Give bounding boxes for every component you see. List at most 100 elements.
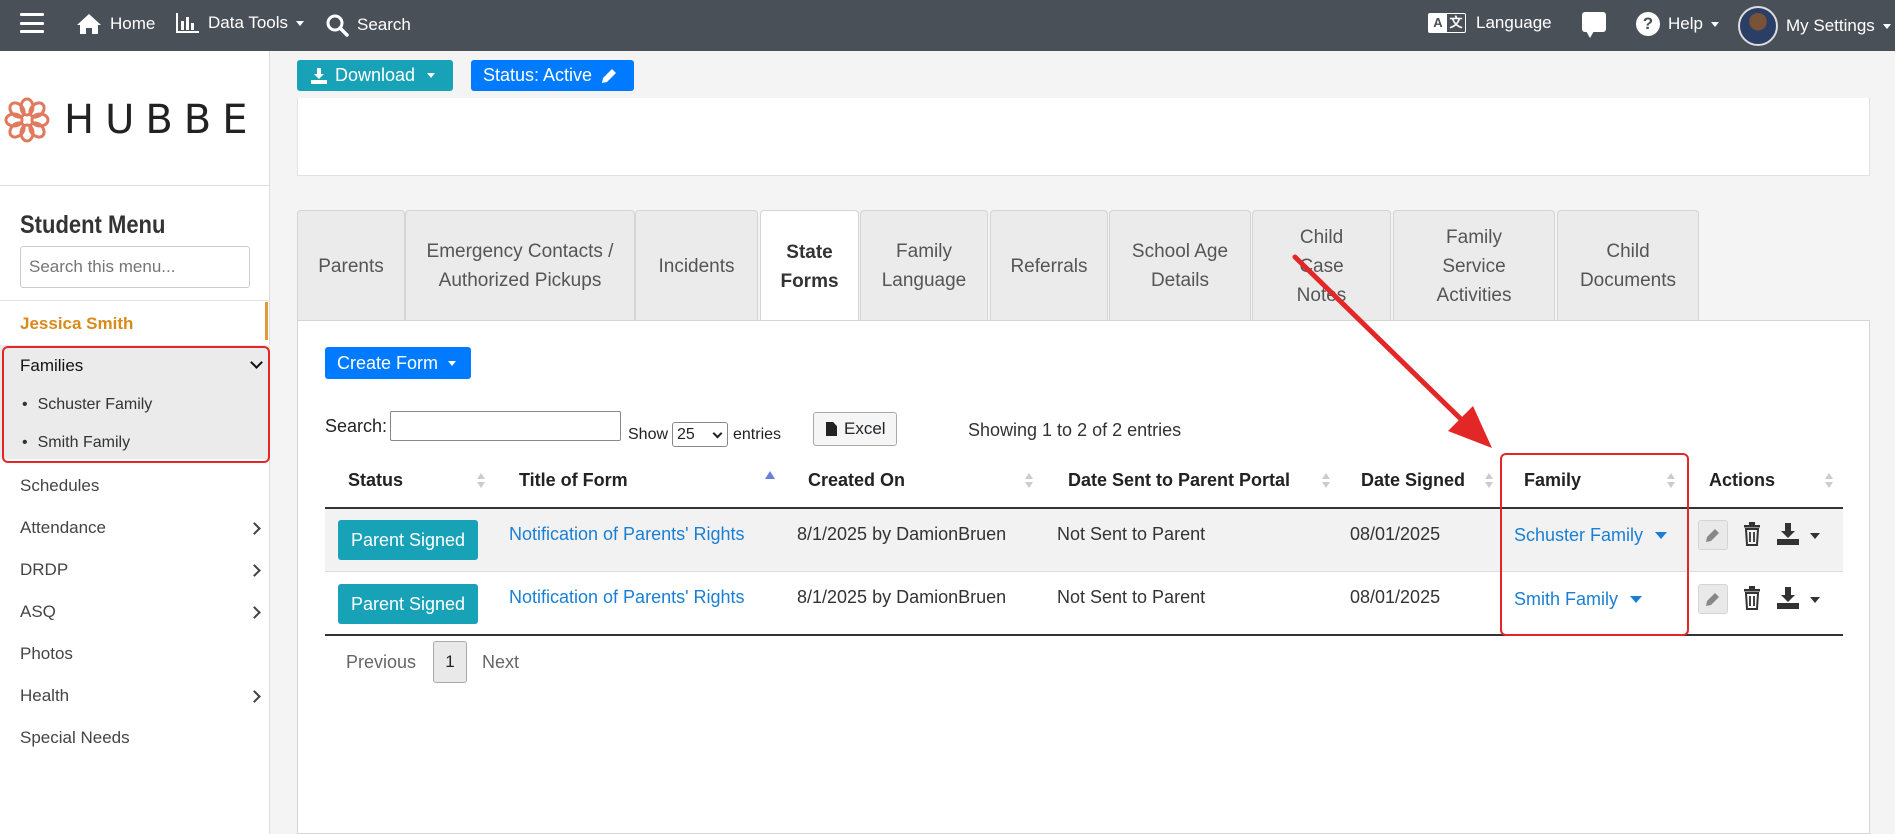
edit-button[interactable] [1698, 584, 1728, 614]
sort-icon [1485, 473, 1493, 489]
tab-child-case-notes[interactable]: Child Case Notes [1252, 210, 1391, 321]
page-size-select[interactable]: 25 [672, 422, 728, 447]
entries-label: entries [733, 426, 782, 443]
status-badge[interactable]: Parent Signed [338, 584, 478, 624]
tab-family-language[interactable]: Family Language [860, 210, 988, 321]
menu-search-input[interactable] [20, 246, 250, 288]
annotation-highlight-box [2, 346, 270, 463]
create-form-button[interactable]: Create Form [325, 347, 471, 379]
sort-asc-icon [765, 471, 775, 479]
download-icon[interactable] [1777, 523, 1799, 545]
nav-data-tools[interactable]: Data Tools [176, 13, 305, 33]
date-sent-cell: Not Sent to Parent [1057, 524, 1206, 544]
sidebar-item-photos[interactable]: Photos [20, 644, 73, 664]
home-icon [77, 14, 101, 34]
chevron-down-icon [448, 360, 457, 366]
tab-referrals[interactable]: Referrals [990, 210, 1108, 321]
column-header-status[interactable]: Status [348, 470, 403, 491]
sort-icon [1322, 473, 1330, 489]
nav-my-settings[interactable]: My Settings [1738, 6, 1891, 46]
date-sent-cell: Not Sent to Parent [1057, 587, 1206, 607]
nav-chat[interactable] [1582, 12, 1606, 38]
nav-help-label: Help [1668, 14, 1703, 33]
bar-chart-icon [176, 13, 199, 33]
hamburger-icon[interactable] [20, 13, 44, 33]
info-card [297, 98, 1870, 176]
column-header-date-signed[interactable]: Date Signed [1361, 470, 1465, 491]
pagination-previous[interactable]: Previous [346, 652, 416, 673]
column-header-actions[interactable]: Actions [1709, 470, 1775, 491]
student-name-link[interactable]: Jessica Smith [20, 314, 133, 334]
tab-family-service-activities[interactable]: Family Service Activities [1393, 210, 1555, 321]
table-search-input[interactable] [390, 411, 621, 441]
sidebar-item-attendance[interactable]: Attendance [20, 518, 106, 538]
top-navbar: Home Data Tools Search A文 Language ? Hel… [0, 0, 1895, 51]
status-badge[interactable]: Parent Signed [338, 520, 478, 560]
file-icon [826, 422, 837, 436]
show-label: Show [628, 426, 669, 443]
column-header-created-on[interactable]: Created On [808, 470, 905, 491]
trash-icon[interactable] [1742, 522, 1762, 546]
tab-parents[interactable]: Parents [297, 210, 405, 321]
form-title-link[interactable]: Notification of Parents' Rights [509, 587, 745, 608]
pencil-icon [1706, 593, 1719, 606]
hubbe-logo[interactable]: HUBBE [4, 97, 259, 143]
download-icon[interactable] [1777, 587, 1799, 609]
nav-language[interactable]: A文 Language [1428, 13, 1552, 33]
avatar [1738, 6, 1778, 46]
tab-incidents[interactable]: Incidents [635, 210, 758, 321]
created-on-cell: 8/1/2025 by DamionBruen [797, 587, 1007, 607]
annotation-highlight-box [1500, 453, 1689, 636]
excel-export-button[interactable]: Excel [813, 412, 897, 446]
column-header-date-sent[interactable]: Date Sent to Parent Portal [1068, 470, 1290, 491]
sidebar-item-asq[interactable]: ASQ [20, 602, 56, 622]
chevron-down-icon [712, 428, 723, 439]
logo-text: HUBBE [64, 97, 259, 143]
tab-child-documents[interactable]: Child Documents [1557, 210, 1699, 321]
table-info: Showing 1 to 2 of 2 entries [968, 420, 1182, 440]
form-title-link[interactable]: Notification of Parents' Rights [509, 524, 745, 545]
pagination-page-1[interactable]: 1 [433, 641, 467, 683]
sidebar-item-drdp[interactable]: DRDP [20, 560, 68, 580]
sort-icon [477, 473, 485, 489]
sidebar-item-special-needs[interactable]: Special Needs [20, 728, 130, 748]
status-label: Status: Active [483, 65, 593, 85]
tab-state-forms[interactable]: State Forms [760, 210, 859, 322]
pencil-icon [602, 68, 617, 83]
edit-button[interactable] [1698, 520, 1728, 550]
chevron-down-icon[interactable] [1810, 597, 1820, 603]
tab-school-age-details[interactable]: School Age Details [1109, 210, 1251, 321]
download-icon [311, 67, 327, 84]
status-button[interactable]: Status: Active [471, 60, 634, 91]
created-on-cell: 8/1/2025 by DamionBruen [797, 524, 1007, 544]
date-signed-cell: 08/01/2025 [1350, 524, 1441, 544]
create-form-label: Create Form [337, 352, 439, 373]
help-icon: ? [1636, 12, 1660, 36]
sort-icon [1825, 473, 1833, 489]
pagination-next[interactable]: Next [482, 652, 519, 673]
download-label: Download [335, 65, 416, 85]
trash-icon[interactable] [1742, 586, 1762, 610]
tab-emergency-contacts[interactable]: Emergency Contacts / Authorized Pickups [405, 210, 635, 321]
active-indicator [265, 302, 268, 340]
chevron-down-icon [1882, 23, 1891, 29]
nav-language-label: Language [1476, 13, 1552, 32]
date-signed-cell: 08/01/2025 [1350, 587, 1441, 607]
flower-logo-icon [4, 97, 50, 143]
nav-search[interactable]: Search [325, 13, 411, 37]
download-button[interactable]: Download [297, 60, 453, 91]
nav-help[interactable]: ? Help [1636, 12, 1719, 36]
column-header-title[interactable]: Title of Form [519, 470, 628, 491]
nav-my-settings-label: My Settings [1786, 16, 1875, 35]
menu-title: Student Menu [20, 211, 166, 239]
nav-data-tools-label: Data Tools [208, 13, 289, 32]
sidebar-item-schedules[interactable]: Schedules [20, 476, 99, 496]
sidebar-item-health[interactable]: Health [20, 686, 69, 706]
chevron-down-icon [427, 73, 436, 78]
pencil-icon [1706, 529, 1719, 542]
nav-search-label: Search [357, 15, 411, 34]
excel-label: Excel [844, 419, 886, 438]
translate-icon: A文 [1428, 13, 1466, 33]
nav-home[interactable]: Home [76, 13, 155, 35]
chevron-down-icon[interactable] [1810, 533, 1820, 539]
